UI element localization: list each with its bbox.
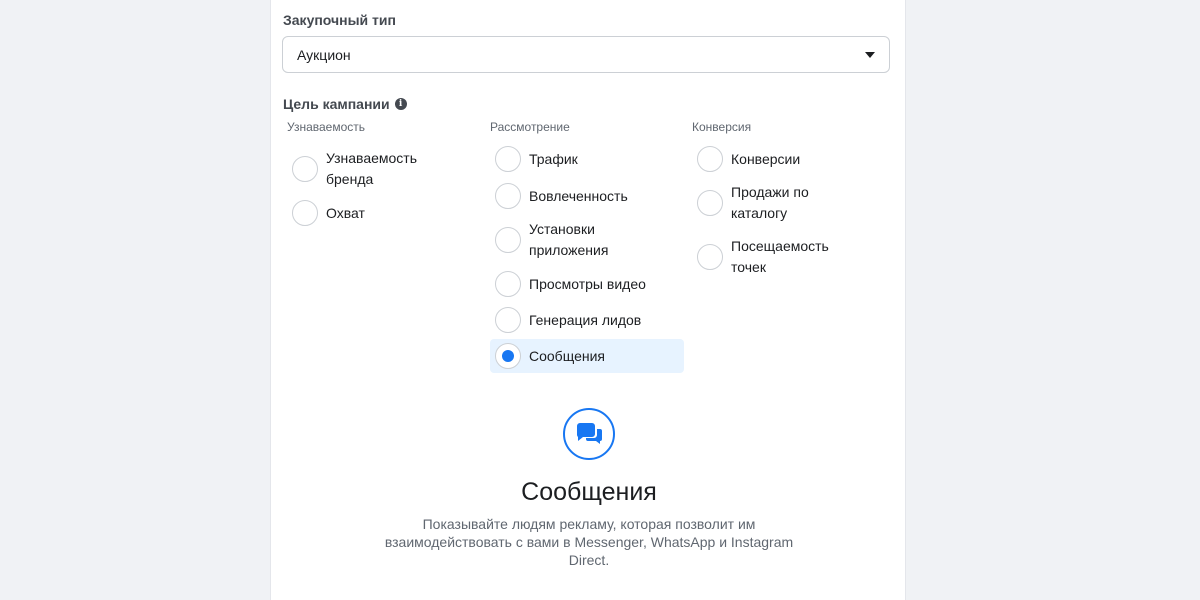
- objective-column-conversion: Конверсия Конверсии Продажи по каталогу …: [692, 120, 892, 280]
- objective-option-engagement[interactable]: Вовлеченность: [490, 181, 690, 211]
- campaign-objective-text: Цель кампании: [283, 96, 390, 112]
- objective-option-app-installs[interactable]: Установки приложения: [490, 217, 690, 263]
- radio-button[interactable]: [292, 200, 318, 226]
- objective-column-consideration: Рассмотрение Трафик Вовлеченность Устано…: [490, 120, 690, 373]
- objective-option-video-views[interactable]: Просмотры видео: [490, 269, 690, 299]
- buying-type-value: Аукцион: [297, 46, 351, 63]
- radio-dot: [502, 350, 514, 362]
- objective-option-messages[interactable]: Сообщения: [490, 339, 684, 373]
- option-label: Генерация лидов: [529, 311, 642, 328]
- radio-button[interactable]: [697, 146, 723, 172]
- option-label: Узнаваемость бренда: [326, 150, 418, 187]
- column-header: Рассмотрение: [490, 120, 570, 134]
- objective-option-reach[interactable]: Охват: [287, 198, 487, 228]
- objective-option-brand-awareness[interactable]: Узнаваемость бренда: [287, 146, 487, 192]
- detail-title: Сообщения: [521, 478, 657, 506]
- objective-option-traffic[interactable]: Трафик: [490, 144, 690, 174]
- option-label: Продажи по каталогу: [731, 184, 809, 221]
- radio-button[interactable]: [495, 307, 521, 333]
- objective-option-conversions[interactable]: Конверсии: [692, 144, 892, 174]
- objective-column-awareness: Узнаваемость Узнаваемость бренда Охват: [287, 120, 487, 228]
- option-label: Посещаемость точек: [731, 238, 829, 275]
- objective-option-store-traffic[interactable]: Посещаемость точек: [692, 234, 892, 280]
- detail-description: Показывайте людям рекламу, которая позво…: [384, 516, 794, 568]
- campaign-objective-label: Цель кампании i: [283, 96, 407, 112]
- column-header: Конверсия: [692, 120, 752, 134]
- column-header: Узнаваемость: [287, 120, 366, 134]
- radio-button[interactable]: [495, 183, 521, 209]
- option-label: Трафик: [529, 150, 578, 167]
- option-label: Охват: [326, 204, 365, 221]
- radio-button[interactable]: [697, 244, 723, 270]
- campaign-settings-panel: Закупочный тип Аукцион Цель кампании i У…: [270, 0, 906, 600]
- option-label: Просмотры видео: [529, 275, 646, 292]
- objective-option-catalog-sales[interactable]: Продажи по каталогу: [692, 180, 892, 226]
- radio-button-selected[interactable]: [495, 343, 521, 369]
- buying-type-label: Закупочный тип: [283, 12, 396, 28]
- radio-button[interactable]: [292, 156, 318, 182]
- option-label: Вовлеченность: [529, 187, 628, 204]
- radio-button[interactable]: [495, 227, 521, 253]
- option-label: Конверсии: [731, 150, 801, 167]
- radio-button[interactable]: [697, 190, 723, 216]
- buying-type-dropdown[interactable]: Аукцион: [282, 36, 890, 73]
- info-icon[interactable]: i: [394, 98, 407, 110]
- radio-button[interactable]: [495, 146, 521, 172]
- caret-down-icon: [865, 51, 875, 58]
- objective-detail: Сообщения Показывайте людям рекламу, кот…: [271, 408, 907, 569]
- radio-button[interactable]: [495, 271, 521, 297]
- option-label: Сообщения: [529, 347, 605, 364]
- objective-option-lead-generation[interactable]: Генерация лидов: [490, 305, 690, 335]
- messages-icon: [563, 408, 615, 460]
- option-label: Установки приложения: [529, 221, 609, 258]
